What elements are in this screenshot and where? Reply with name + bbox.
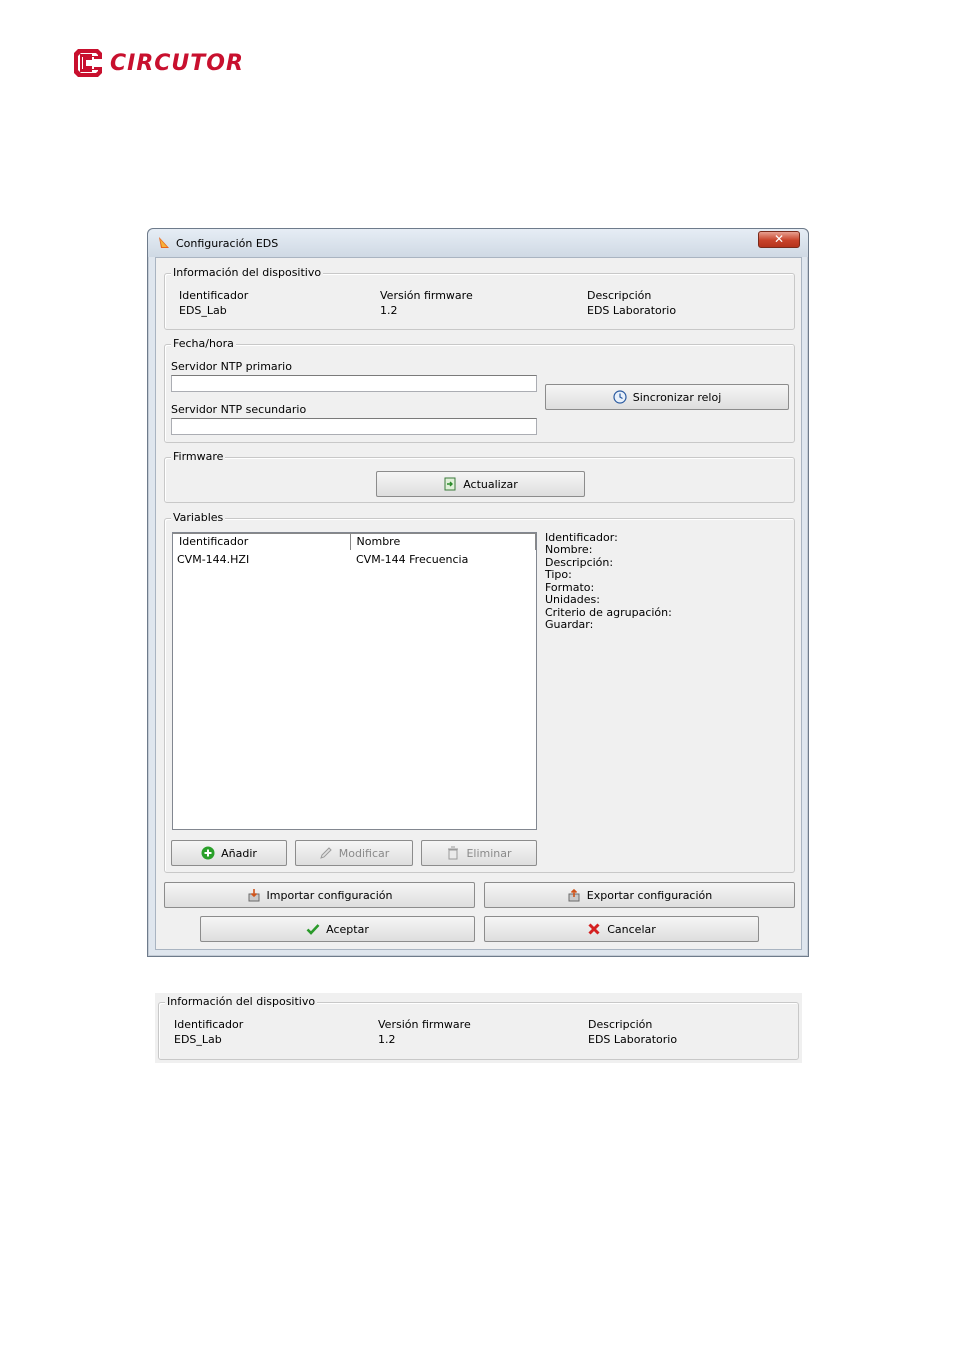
column-header-identificador[interactable]: Identificador <box>173 533 351 550</box>
ntp-primary-label: Servidor NTP primario <box>171 360 292 373</box>
description-label: Descripción <box>587 289 652 302</box>
description-label-detail: Descripción <box>588 1018 653 1031</box>
row-identificador: CVM-144.HZI <box>177 553 250 566</box>
cancel-label: Cancelar <box>607 922 656 936</box>
ntp-secondary-input[interactable] <box>171 418 537 435</box>
window-client-area: Información del dispositivo Identificado… <box>155 257 802 950</box>
device-info-group: Información del dispositivo Identificado… <box>164 266 795 330</box>
device-id-label-detail: Identificador <box>174 1018 244 1031</box>
device-info-group-detail: Información del dispositivo Identificado… <box>158 995 799 1060</box>
variables-list[interactable]: Identificador Nombre CVM-144.HZI CVM-144… <box>172 532 537 830</box>
update-firmware-label: Actualizar <box>463 477 518 491</box>
circutor-logo: CIRCUTOR <box>72 46 244 80</box>
update-icon <box>444 477 456 491</box>
detail-tipo: Tipo: <box>545 568 572 581</box>
modify-variable-button[interactable]: Modificar <box>295 840 413 866</box>
app-flame-icon <box>159 237 169 248</box>
device-info-panel-detail: Información del dispositivo Identificado… <box>155 993 802 1063</box>
cancel-button[interactable]: Cancelar <box>484 916 759 942</box>
variables-legend: Variables <box>171 511 226 524</box>
column-header-nombre[interactable]: Nombre <box>350 533 536 550</box>
device-id-value: EDS_Lab <box>179 304 227 317</box>
edit-icon <box>319 847 332 859</box>
datetime-legend: Fecha/hora <box>171 337 236 350</box>
device-id-label: Identificador <box>179 289 249 302</box>
device-id-value-detail: EDS_Lab <box>174 1033 222 1046</box>
cancel-x-icon <box>588 923 600 935</box>
import-config-label: Importar configuración <box>266 888 393 902</box>
firmware-version-label: Versión firmware <box>380 289 473 302</box>
firmware-legend: Firmware <box>171 450 226 463</box>
add-variable-button[interactable]: Añadir <box>171 840 287 866</box>
add-variable-label: Añadir <box>221 846 257 860</box>
logo-text: CIRCUTOR <box>110 50 244 76</box>
delete-variable-button[interactable]: Eliminar <box>421 840 537 866</box>
circutor-logo-icon <box>74 49 102 77</box>
device-info-legend: Información del dispositivo <box>171 266 324 279</box>
close-icon: ✕ <box>773 232 785 246</box>
ntp-secondary-label: Servidor NTP secundario <box>171 403 307 416</box>
update-firmware-button[interactable]: Actualizar <box>376 471 585 497</box>
device-info-legend-detail: Información del dispositivo <box>165 995 318 1008</box>
window-title: Configuración EDS <box>176 237 279 250</box>
row-nombre: CVM-144 Frecuencia <box>356 553 469 566</box>
window-titlebar[interactable]: Configuración EDS ✕ <box>148 229 808 257</box>
sync-clock-button[interactable]: Sincronizar reloj <box>545 384 789 410</box>
description-value-detail: EDS Laboratorio <box>588 1033 678 1046</box>
detail-unidades: Unidades: <box>545 593 600 606</box>
import-config-button[interactable]: Importar configuración <box>164 882 475 908</box>
close-button[interactable]: ✕ <box>758 231 800 248</box>
ntp-primary-input[interactable] <box>171 375 537 392</box>
clock-icon <box>613 390 627 404</box>
datetime-group: Fecha/hora Servidor NTP primario Servido… <box>164 337 795 443</box>
checkmark-icon <box>306 924 320 935</box>
detail-guardar: Guardar: <box>545 618 594 631</box>
variables-list-header: Identificador Nombre <box>173 533 536 550</box>
modify-variable-label: Modificar <box>338 846 390 860</box>
config-window: Configuración EDS ✕ Información del disp… <box>147 228 809 957</box>
accept-label: Aceptar <box>326 922 369 936</box>
firmware-version-value: 1.2 <box>380 304 398 317</box>
export-icon <box>568 888 580 902</box>
firmware-group: Firmware Actualizar <box>164 450 795 503</box>
export-config-label: Exportar configuración <box>586 888 713 902</box>
sync-clock-label: Sincronizar reloj <box>632 390 722 404</box>
export-config-button[interactable]: Exportar configuración <box>484 882 795 908</box>
detail-nombre: Nombre: <box>545 543 593 556</box>
delete-variable-label: Eliminar <box>466 846 512 860</box>
firmware-version-label-detail: Versión firmware <box>378 1018 471 1031</box>
import-icon <box>248 889 260 902</box>
delete-icon <box>448 846 459 860</box>
table-row[interactable]: CVM-144.HZI CVM-144 Frecuencia <box>177 553 468 566</box>
accept-button[interactable]: Aceptar <box>200 916 475 942</box>
variables-group: Variables Identificador Nombre CVM-144.H… <box>164 511 795 873</box>
add-icon <box>201 846 215 860</box>
description-value: EDS Laboratorio <box>587 304 677 317</box>
firmware-version-value-detail: 1.2 <box>378 1033 396 1046</box>
